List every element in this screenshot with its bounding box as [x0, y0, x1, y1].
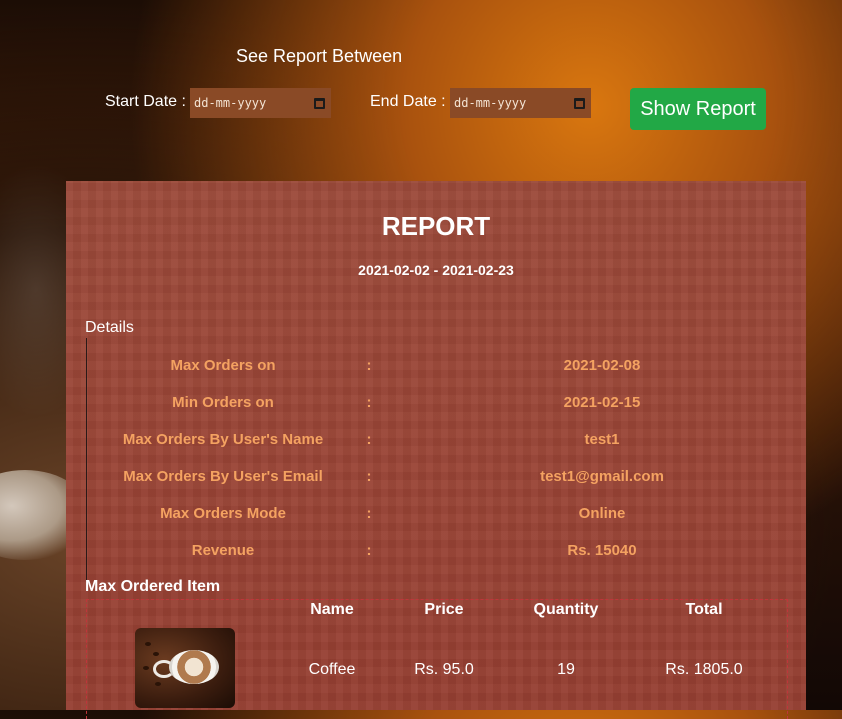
detail-row: Revenue : Rs. 15040 — [66, 542, 806, 562]
coffee-bean — [145, 642, 151, 646]
start-date-placeholder: dd-mm-yyyy — [194, 96, 267, 110]
cup-shape — [169, 650, 219, 684]
calendar-icon[interactable] — [574, 97, 585, 109]
filter-title: See Report Between — [236, 46, 403, 66]
detail-separator: : — [366, 505, 372, 522]
item-total: Rs. 1805.0 — [665, 661, 743, 678]
detail-row: Max Orders Mode : Online — [66, 505, 806, 525]
item-quantity: 19 — [557, 661, 575, 678]
coffee-cup-image — [135, 628, 235, 708]
calendar-icon[interactable] — [314, 97, 325, 109]
report-panel: REPORT 2021-02-02 - 2021-02-23 Details M… — [66, 181, 806, 719]
detail-label: Max Orders By User's Email — [123, 468, 323, 485]
detail-value: test1@gmail.com — [540, 468, 664, 485]
detail-value: 2021-02-15 — [563, 394, 641, 411]
detail-value: test1 — [584, 431, 620, 448]
end-date-placeholder: dd-mm-yyyy — [454, 96, 527, 110]
detail-row: Max Orders By User's Name : test1 — [66, 431, 806, 451]
max-ordered-item-legend: Max Ordered Item — [85, 578, 221, 595]
item-price: Rs. 95.0 — [414, 661, 474, 678]
detail-separator: : — [366, 431, 372, 448]
details-legend: Details — [85, 319, 134, 336]
report-date-range: 2021-02-02 - 2021-02-23 — [358, 262, 514, 278]
end-date-input[interactable]: dd-mm-yyyy — [450, 88, 591, 118]
start-date-input[interactable]: dd-mm-yyyy — [190, 88, 331, 118]
detail-separator: : — [366, 542, 372, 559]
detail-separator: : — [366, 357, 372, 374]
item-name: Coffee — [308, 661, 356, 678]
table-header-name: Name — [310, 601, 354, 618]
coffee-bean — [143, 666, 149, 670]
detail-label: Max Orders Mode — [160, 505, 286, 522]
detail-separator: : — [366, 468, 372, 485]
detail-row: Max Orders on : 2021-02-08 — [66, 357, 806, 377]
detail-value: Rs. 15040 — [567, 542, 637, 559]
table-header-price: Price — [424, 601, 464, 618]
detail-value: 2021-02-08 — [563, 357, 641, 374]
end-date-label: End Date : — [370, 93, 446, 110]
coffee-bean — [155, 682, 161, 686]
detail-label: Max Orders By User's Name — [122, 431, 324, 448]
detail-label: Revenue — [191, 542, 255, 559]
start-date-label: Start Date : — [105, 93, 186, 110]
report-title: REPORT — [381, 211, 491, 241]
date-filter-bar: See Report Between Start Date : dd-mm-yy… — [0, 0, 842, 170]
coffee-bean — [153, 652, 159, 656]
detail-row: Min Orders on : 2021-02-15 — [66, 394, 806, 414]
detail-value: Online — [578, 505, 626, 522]
show-report-button[interactable]: Show Report — [630, 88, 766, 130]
detail-row: Max Orders By User's Email : test1@gmail… — [66, 468, 806, 488]
table-header-total: Total — [685, 601, 723, 618]
detail-label: Min Orders on — [172, 394, 274, 411]
detail-label: Max Orders on — [170, 357, 276, 374]
detail-separator: : — [366, 394, 372, 411]
table-header-quantity: Quantity — [533, 601, 599, 618]
